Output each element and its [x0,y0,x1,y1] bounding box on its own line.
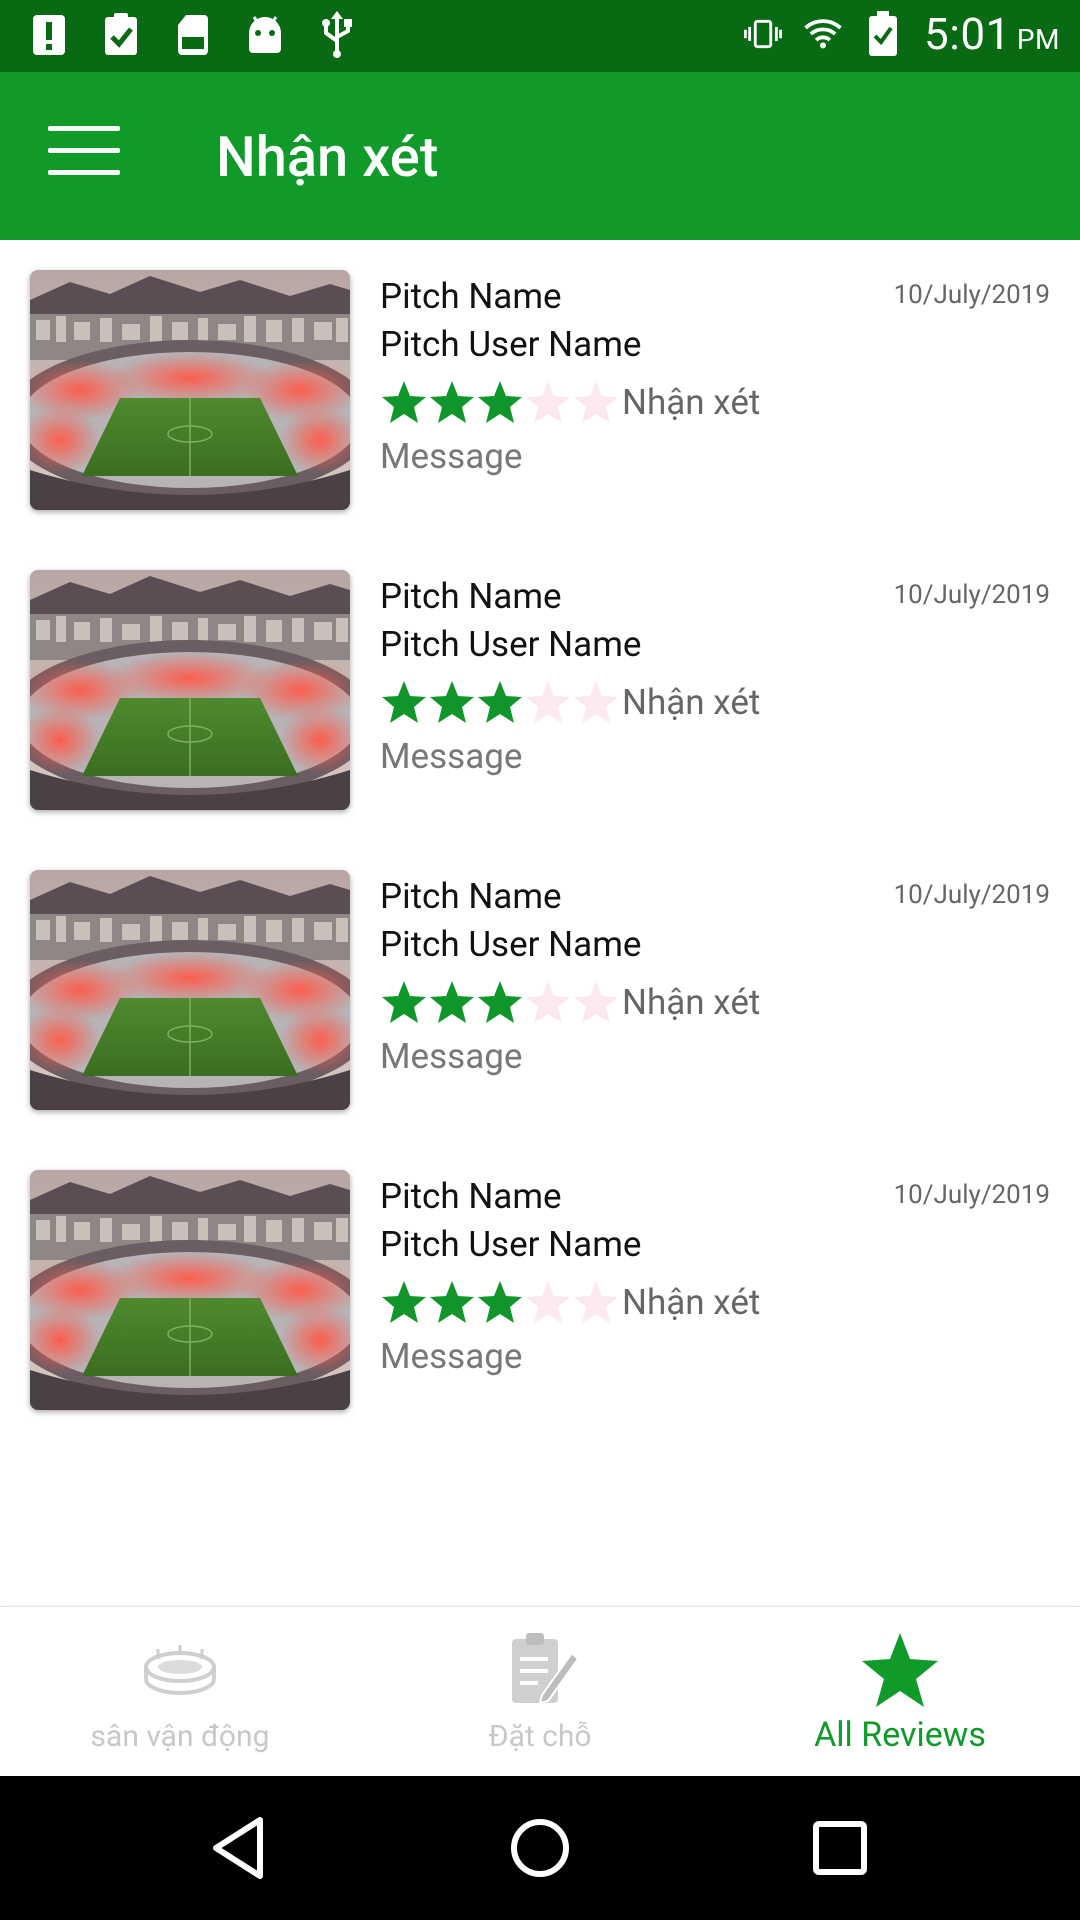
star-filled-icon [382,681,426,723]
rating-stars: Nhận xét [380,378,760,426]
star-filled-icon [478,681,522,723]
star-filled-icon [478,381,522,423]
task-notification-icon [102,10,140,60]
star-filled-icon [382,981,426,1023]
review-item[interactable]: Pitch Name Pitch User Name 10/July/2019 … [0,240,1080,540]
review-item[interactable]: Pitch Name Pitch User Name 10/July/2019 … [0,1140,1080,1440]
review-item[interactable]: Pitch Name Pitch User Name 10/July/2019 … [0,540,1080,840]
stadium-icon [144,1645,216,1695]
star-filled-icon [478,1281,522,1323]
pitch-thumbnail [30,570,350,810]
review-item[interactable]: Pitch Name Pitch User Name 10/July/2019 … [0,840,1080,1140]
tab-label: All Reviews [814,1715,986,1755]
review-list: Pitch Name Pitch User Name 10/July/2019 … [0,240,1080,1440]
review-date: 10/July/2019 [893,580,1050,610]
review-label: Nhận xét [622,681,761,723]
review-message: Message [380,736,523,777]
android-icon [246,10,284,60]
usb-icon [318,10,356,60]
star-filled-icon [430,981,474,1023]
bottom-navigation: sân vận động Đặt chỗ All Reviews [0,1606,1080,1776]
star-empty-icon [526,681,570,723]
review-date: 10/July/2019 [893,880,1050,910]
star-filled-icon [430,681,474,723]
star-icon [862,1633,938,1707]
star-empty-icon [526,1281,570,1323]
review-date: 10/July/2019 [893,280,1050,310]
notification-icons [30,10,356,60]
review-label: Nhận xét [622,381,761,423]
rating-stars: Nhận xét [380,978,760,1026]
pitch-user-name: Pitch User Name [380,324,642,365]
star-empty-icon [574,1281,618,1323]
pitch-user-name: Pitch User Name [380,1224,642,1265]
rating-stars: Nhận xét [380,1278,760,1326]
star-filled-icon [430,381,474,423]
vibrate-icon [744,9,783,59]
alert-notification-icon [30,10,68,60]
pitch-name: Pitch Name [380,876,562,917]
review-message: Message [380,1036,523,1077]
status-bar: 5:01 PM [0,0,1080,72]
booking-icon [512,1633,580,1705]
tab-label: sân vận động [90,1719,270,1754]
sd-card-icon [174,10,212,60]
star-empty-icon [574,381,618,423]
recents-icon[interactable] [804,1812,876,1884]
pitch-name: Pitch Name [380,1176,562,1217]
review-date: 10/July/2019 [893,1180,1050,1210]
pitch-name: Pitch Name [380,576,562,617]
tab-label: Đặt chỗ [488,1719,592,1754]
battery-icon [864,9,902,59]
pitch-name: Pitch Name [380,276,562,317]
system-status-icons: 5:01 PM [744,8,1060,60]
star-filled-icon [478,981,522,1023]
back-icon[interactable] [204,1812,276,1884]
tab-stadium[interactable]: sân vận động [0,1607,360,1777]
pitch-thumbnail [30,870,350,1110]
star-empty-icon [526,381,570,423]
rating-stars: Nhận xét [380,678,760,726]
wifi-icon [804,9,842,59]
clock: 5:01 PM [924,8,1060,60]
review-message: Message [380,1336,523,1377]
app-bar: Nhận xét [0,72,1080,240]
pitch-thumbnail [30,270,350,510]
pitch-user-name: Pitch User Name [380,624,642,665]
page-title: Nhận xét [216,124,439,190]
star-filled-icon [430,1281,474,1323]
home-icon[interactable] [504,1812,576,1884]
pitch-user-name: Pitch User Name [380,924,642,965]
hamburger-menu-icon[interactable] [48,124,120,180]
system-navigation-bar [0,1776,1080,1920]
review-label: Nhận xét [622,981,761,1023]
star-empty-icon [574,681,618,723]
star-filled-icon [382,381,426,423]
star-empty-icon [574,981,618,1023]
tab-all-reviews[interactable]: All Reviews [720,1607,1080,1777]
review-label: Nhận xét [622,1281,761,1323]
star-filled-icon [382,1281,426,1323]
star-empty-icon [526,981,570,1023]
pitch-thumbnail [30,1170,350,1410]
review-message: Message [380,436,523,477]
tab-booking[interactable]: Đặt chỗ [360,1607,720,1777]
